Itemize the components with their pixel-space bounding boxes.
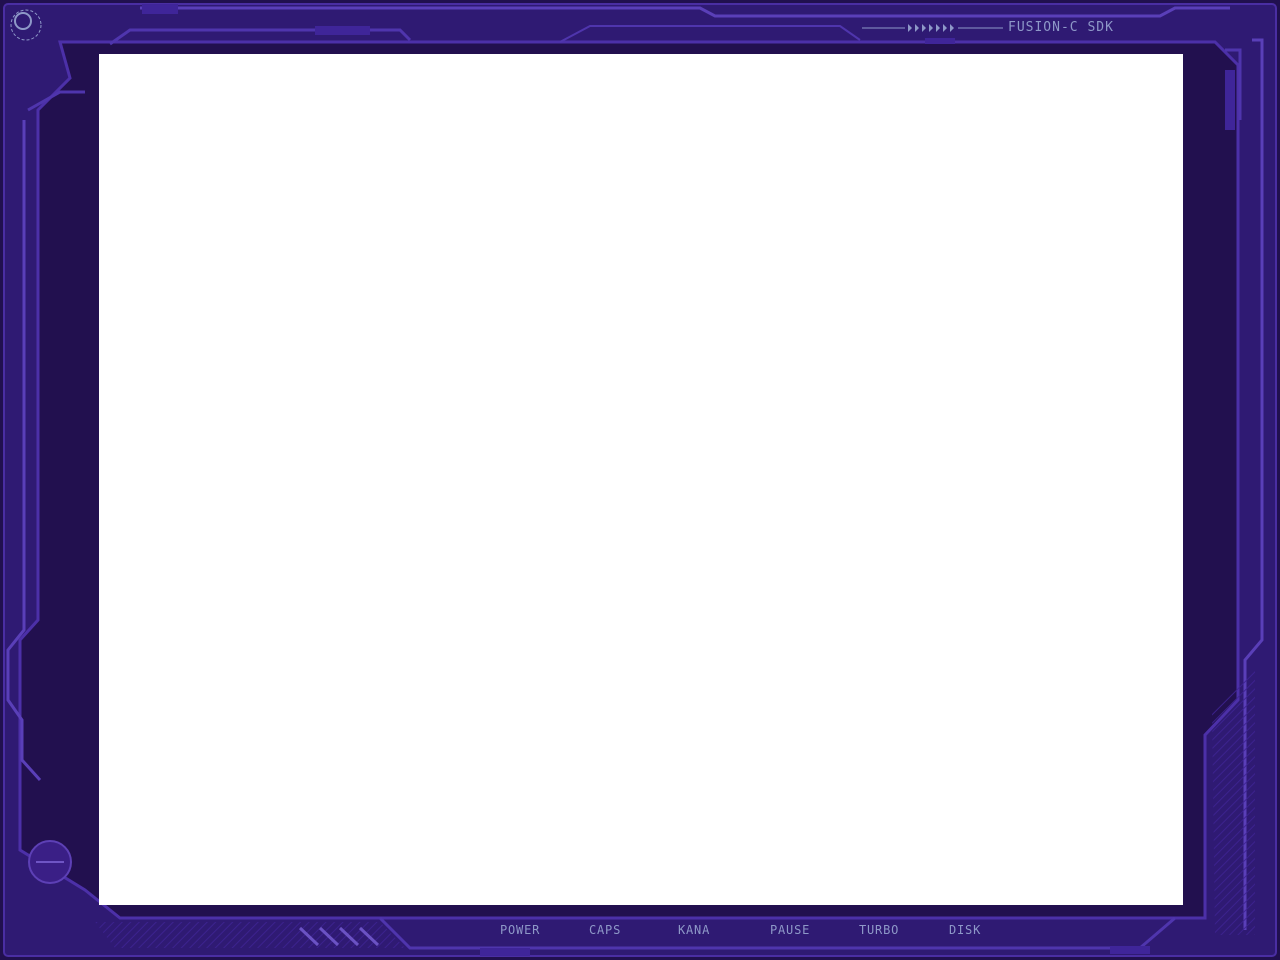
indicator-caps: CAPS — [589, 923, 622, 937]
indicator-disk: DISK — [949, 923, 982, 937]
indicator-pause: PAUSE — [770, 923, 811, 937]
knob-icon — [28, 840, 72, 884]
brand-label: FUSION-C SDK — [1008, 20, 1114, 35]
emulator-screen[interactable] — [99, 54, 1183, 905]
indicator-power: POWER — [500, 923, 541, 937]
power-ring-icon — [10, 9, 44, 47]
indicator-turbo: TURBO — [859, 923, 900, 937]
indicator-kana: KANA — [678, 923, 711, 937]
status-indicator-bar: POWER CAPS KANA PAUSE TURBO DISK — [0, 923, 1280, 943]
